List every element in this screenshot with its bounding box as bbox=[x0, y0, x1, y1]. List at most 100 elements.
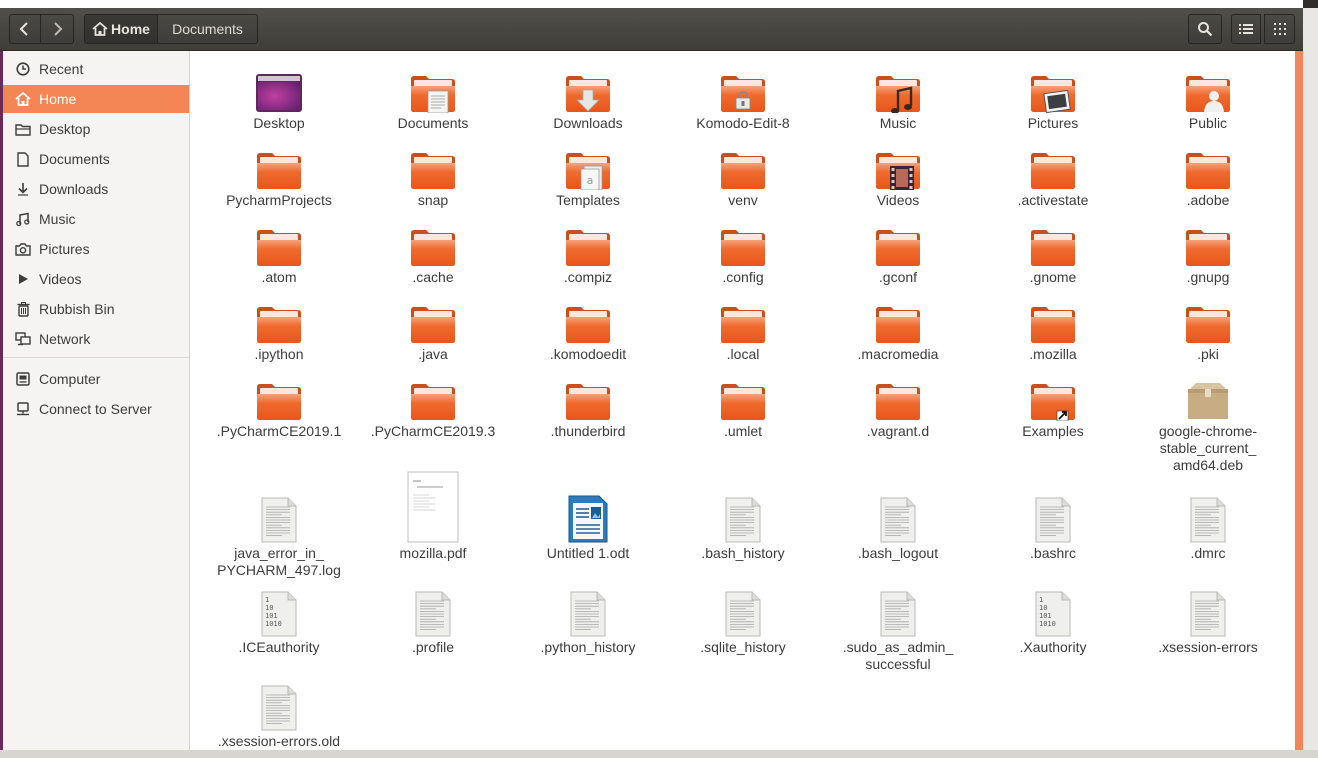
file-item[interactable]: Music bbox=[824, 65, 972, 132]
file-item[interactable]: venv bbox=[669, 142, 817, 209]
sidebar-item-pictures[interactable]: Pictures bbox=[3, 235, 189, 263]
folder-icon bbox=[1023, 142, 1083, 190]
file-item[interactable]: .dmrc bbox=[1134, 495, 1282, 562]
file-item[interactable]: .compiz bbox=[514, 219, 662, 286]
list-view-button[interactable] bbox=[1231, 14, 1261, 44]
file-item[interactable]: .xsession-errors bbox=[1134, 589, 1282, 656]
file-item[interactable]: 1 10 101 1010 .Xauthority bbox=[979, 589, 1127, 656]
file-item[interactable]: Videos bbox=[824, 142, 972, 209]
file-item[interactable]: Komodo-Edit-8 bbox=[669, 65, 817, 132]
sidebar-item-connect-to-server[interactable]: Connect to Server bbox=[3, 395, 189, 423]
grid-view-icon bbox=[1273, 23, 1286, 35]
file-item[interactable]: google-chrome-stable_current_ amd64.deb bbox=[1134, 373, 1282, 474]
file-item[interactable]: .umlet bbox=[669, 373, 817, 440]
search-button[interactable] bbox=[1188, 14, 1222, 44]
forward-button[interactable] bbox=[41, 14, 74, 44]
sidebar-item-rubbish-bin[interactable]: Rubbish Bin bbox=[3, 295, 189, 323]
file-item[interactable]: .thunderbird bbox=[514, 373, 662, 440]
file-item[interactable]: .PyCharmCE2019.3 bbox=[359, 373, 507, 440]
file-item[interactable]: mozilla.pdf bbox=[359, 471, 507, 562]
sidebar-item-downloads[interactable]: Downloads bbox=[3, 175, 189, 203]
folder-locked-icon bbox=[713, 65, 773, 113]
file-name: Videos bbox=[876, 192, 920, 208]
music-icon bbox=[13, 212, 33, 226]
file-item[interactable]: .vagrant.d bbox=[824, 373, 972, 440]
file-name: .thunderbird bbox=[550, 423, 626, 439]
folder-icon bbox=[558, 373, 618, 421]
file-item[interactable]: .sudo_as_admin_ successful bbox=[824, 589, 972, 673]
file-item[interactable]: .local bbox=[669, 296, 817, 363]
file-item[interactable]: .atom bbox=[205, 219, 353, 286]
file-item[interactable]: .gconf bbox=[824, 219, 972, 286]
file-item[interactable]: .bashrc bbox=[979, 495, 1127, 562]
file-item[interactable]: snap bbox=[359, 142, 507, 209]
trash-icon bbox=[13, 301, 33, 317]
places-sidebar: Recent Home Desktop Documents Downloads Music… bbox=[0, 51, 190, 750]
folder-pictures-icon bbox=[1023, 65, 1083, 113]
file-item[interactable]: .python_history bbox=[514, 589, 662, 656]
file-item[interactable]: a Templates bbox=[514, 142, 662, 209]
file-item[interactable]: .macromedia bbox=[824, 296, 972, 363]
sidebar-item-computer[interactable]: Computer bbox=[3, 365, 189, 393]
folder-icon bbox=[249, 296, 309, 344]
folder-icon bbox=[558, 219, 618, 267]
sidebar-item-label: Home bbox=[39, 91, 77, 107]
sidebar-item-home[interactable]: Home bbox=[3, 85, 189, 113]
file-item[interactable]: .gnome bbox=[979, 219, 1127, 286]
file-item[interactable]: .gnupg bbox=[1134, 219, 1282, 286]
file-name: .umlet bbox=[723, 423, 763, 439]
folder-icon bbox=[713, 219, 773, 267]
file-item[interactable]: Examples bbox=[979, 373, 1127, 440]
file-item[interactable]: .bash_logout bbox=[824, 495, 972, 562]
file-item[interactable]: Pictures bbox=[979, 65, 1127, 132]
network-icon bbox=[13, 332, 33, 346]
file-item[interactable]: 1 10 101 1010 .ICEauthority bbox=[205, 589, 353, 656]
file-item[interactable]: Documents bbox=[359, 65, 507, 132]
file-name: .ipython bbox=[254, 346, 304, 362]
text-file-icon bbox=[1023, 495, 1083, 543]
file-item[interactable]: Untitled 1.odt bbox=[514, 495, 662, 562]
file-name: Desktop bbox=[253, 115, 305, 131]
file-name: .sudo_as_admin_ successful bbox=[842, 639, 954, 672]
file-item[interactable]: Public bbox=[1134, 65, 1282, 132]
document-icon bbox=[13, 151, 33, 167]
breadcrumb-documents[interactable]: Documents bbox=[158, 14, 258, 44]
breadcrumb-home[interactable]: Home bbox=[84, 14, 158, 44]
file-item[interactable]: .config bbox=[669, 219, 817, 286]
sidebar-item-videos[interactable]: Videos bbox=[3, 265, 189, 293]
file-item[interactable]: java_error_in_ PYCHARM_497.log bbox=[205, 495, 353, 579]
sidebar-item-label: Videos bbox=[39, 271, 82, 287]
file-item[interactable]: PycharmProjects bbox=[205, 142, 353, 209]
file-item[interactable]: .activestate bbox=[979, 142, 1127, 209]
file-item[interactable]: .adobe bbox=[1134, 142, 1282, 209]
file-item[interactable]: .mozilla bbox=[979, 296, 1127, 363]
file-name: .gnupg bbox=[1186, 269, 1230, 285]
file-item[interactable]: .xsession-errors.old bbox=[205, 683, 353, 750]
file-item[interactable]: .pki bbox=[1134, 296, 1282, 363]
file-item[interactable]: .sqlite_history bbox=[669, 589, 817, 656]
text-file-icon bbox=[713, 589, 773, 637]
file-item[interactable]: .java bbox=[359, 296, 507, 363]
svg-text:1010: 1010 bbox=[265, 620, 282, 628]
file-name: .gnome bbox=[1029, 269, 1077, 285]
file-item[interactable]: Desktop bbox=[205, 65, 353, 132]
back-button[interactable] bbox=[9, 14, 41, 44]
sidebar-item-documents[interactable]: Documents bbox=[3, 145, 189, 173]
file-item[interactable]: .PyCharmCE2019.1 bbox=[205, 373, 353, 440]
file-item[interactable]: .komodoedit bbox=[514, 296, 662, 363]
sidebar-item-network[interactable]: Network bbox=[3, 325, 189, 353]
file-item[interactable]: .profile bbox=[359, 589, 507, 656]
sidebar-item-music[interactable]: Music bbox=[3, 205, 189, 233]
grid-view-button[interactable] bbox=[1264, 14, 1295, 44]
file-item[interactable]: .bash_history bbox=[669, 495, 817, 562]
file-name: snap bbox=[417, 192, 449, 208]
sidebar-item-desktop[interactable]: Desktop bbox=[3, 115, 189, 143]
folder-templates-icon: a bbox=[558, 142, 618, 190]
scrollbar[interactable] bbox=[1295, 51, 1303, 750]
file-item[interactable]: .cache bbox=[359, 219, 507, 286]
file-item[interactable]: Downloads bbox=[514, 65, 662, 132]
sidebar-item-recent[interactable]: Recent bbox=[3, 55, 189, 83]
pdf-file-icon bbox=[403, 471, 463, 543]
clock-icon bbox=[13, 62, 33, 76]
file-item[interactable]: .ipython bbox=[205, 296, 353, 363]
